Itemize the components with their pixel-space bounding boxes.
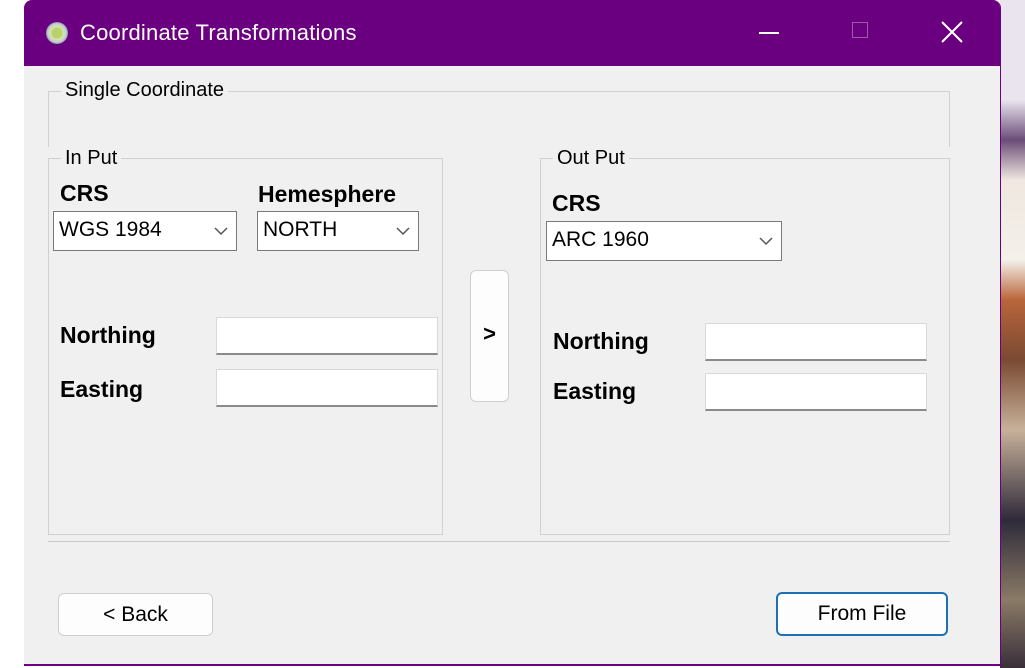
chevron-down-icon (759, 237, 773, 246)
input-crs-dropdown[interactable]: WGS 1984 (53, 211, 237, 251)
output-northing-field[interactable] (705, 323, 927, 361)
output-easting-label: Easting (553, 378, 637, 404)
single-coordinate-legend: Single Coordinate (61, 79, 228, 102)
maximize-button[interactable] (830, 0, 890, 66)
minimize-icon (759, 32, 779, 34)
app-globe-icon (46, 22, 68, 44)
transform-button[interactable]: > (470, 270, 509, 402)
hemisphere-value: NORTH (263, 218, 338, 241)
from-file-button[interactable]: From File (776, 592, 948, 636)
close-icon (941, 21, 963, 43)
back-button[interactable]: < Back (58, 593, 213, 636)
output-crs-dropdown[interactable]: ARC 1960 (546, 221, 782, 261)
input-easting-label: Easting (60, 376, 144, 402)
output-crs-value: ARC 1960 (552, 228, 649, 251)
output-northing-label: Northing (553, 328, 649, 354)
output-easting-field[interactable] (705, 373, 927, 411)
chevron-down-icon (214, 227, 228, 236)
title-bar[interactable]: Coordinate Transformations (24, 0, 1000, 66)
maximize-icon (852, 22, 868, 38)
input-easting-field[interactable] (216, 369, 438, 407)
input-northing-label: Northing (60, 322, 156, 348)
section-divider (48, 541, 950, 542)
window-title: Coordinate Transformations (80, 20, 357, 45)
from-file-button-label: From File (817, 602, 907, 625)
chevron-down-icon (396, 227, 410, 236)
input-crs-label: CRS (60, 180, 109, 206)
input-crs-value: WGS 1984 (59, 218, 162, 241)
output-crs-label: CRS (552, 190, 601, 216)
minimize-button[interactable] (738, 0, 798, 66)
hemisphere-dropdown[interactable]: NORTH (257, 211, 419, 251)
close-button[interactable] (922, 0, 982, 66)
transform-button-label: > (483, 321, 496, 346)
input-northing-field[interactable] (216, 317, 438, 355)
input-legend: In Put (61, 147, 122, 170)
hemisphere-label: Hemesphere (258, 181, 397, 207)
app-window: Coordinate Transformations Single Coordi… (24, 0, 1001, 666)
output-legend: Out Put (553, 147, 629, 170)
desktop-background (1000, 0, 1025, 668)
back-button-label: < Back (103, 603, 168, 626)
